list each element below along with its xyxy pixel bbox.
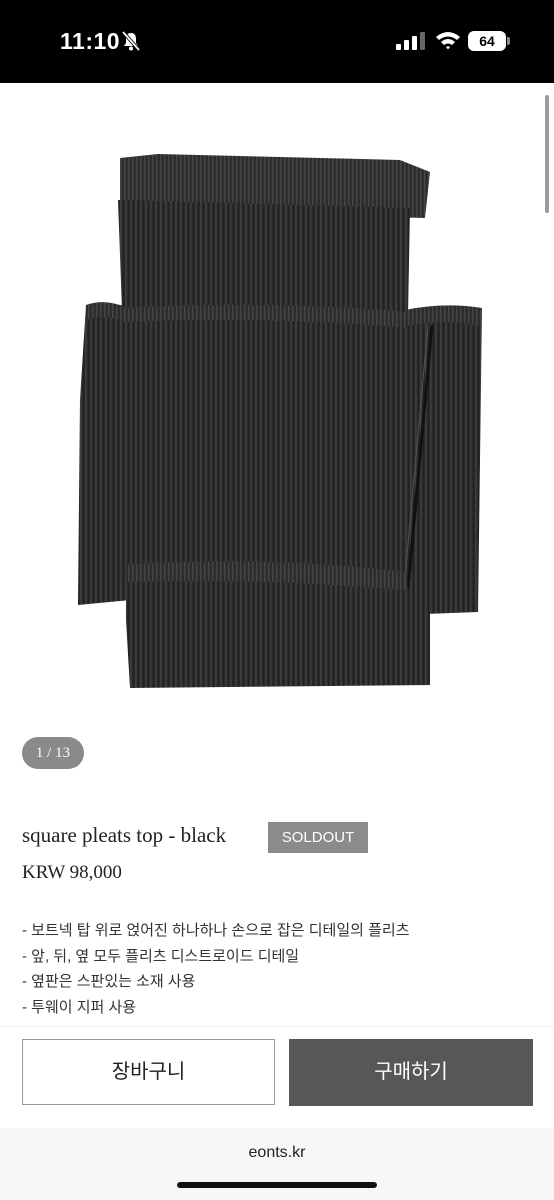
browser-url[interactable]: eonts.kr	[0, 1144, 554, 1162]
bell-slash-icon	[121, 30, 141, 52]
add-to-cart-button[interactable]: 장바구니	[22, 1039, 275, 1105]
signal-icon	[396, 32, 425, 50]
product-title: square pleats top - black	[22, 823, 227, 847]
gallery-counter: 1 / 13	[22, 737, 84, 769]
product-description: - 보트넥 탑 위로 얹어진 하나하나 손으로 잡은 디테일의 플리츠 - 앞,…	[22, 918, 410, 1020]
description-line: - 보트넥 탑 위로 얹어진 하나하나 손으로 잡은 디테일의 플리츠	[22, 922, 410, 939]
product-price: KRW 98,000	[22, 862, 122, 883]
status-time: 11:10	[60, 28, 121, 54]
browser-url-bar[interactable]	[0, 1128, 554, 1200]
description-line: - 투웨이 지퍼 사용	[22, 998, 137, 1016]
status-badge: SOLDOUT	[268, 822, 368, 853]
battery-tip	[507, 37, 510, 45]
description-line: - 옆판은 스판있는 소재 사용	[22, 973, 196, 990]
product-image[interactable]	[0, 100, 554, 730]
description-line: - 앞, 뒤, 옆 모두 플리츠 디스트로이드 디테일	[22, 947, 300, 965]
battery-icon: 64	[468, 31, 506, 51]
status-bar: 11:10 64	[0, 0, 554, 83]
home-indicator[interactable]	[177, 1182, 377, 1188]
wifi-icon	[436, 32, 460, 50]
buy-now-button[interactable]: 구매하기	[289, 1039, 533, 1106]
